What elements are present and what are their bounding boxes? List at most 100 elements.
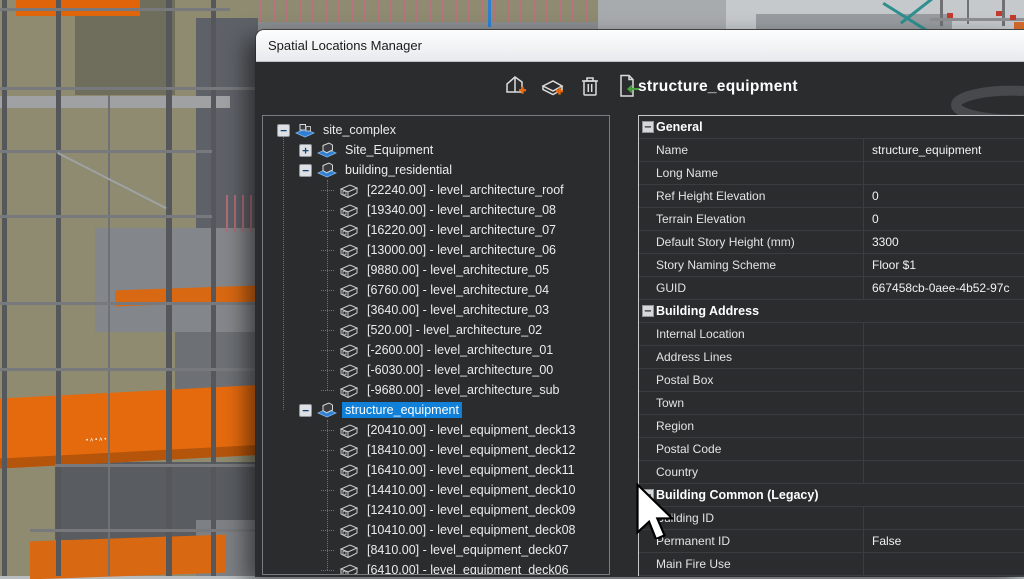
tree-item[interactable]: −structure_equipment bbox=[263, 400, 609, 420]
tree-item[interactable]: [12410.00] - level_equipment_deck09 bbox=[263, 500, 609, 520]
property-label: Long Name bbox=[656, 166, 718, 180]
collapse-icon[interactable]: − bbox=[277, 124, 290, 137]
tree-item-label: [9880.00] - level_architecture_05 bbox=[364, 262, 552, 278]
tree-item[interactable]: [520.00] - level_architecture_02 bbox=[263, 320, 609, 340]
tree-item[interactable]: [3640.00] - level_architecture_03 bbox=[263, 300, 609, 320]
tree-item-label: [14410.00] - level_equipment_deck10 bbox=[364, 482, 578, 498]
rebar bbox=[250, 195, 252, 232]
tree-connector bbox=[321, 290, 334, 291]
tree-item[interactable]: [6760.00] - level_architecture_04 bbox=[263, 280, 609, 300]
property-row: Default Story Height (mm)3300 bbox=[639, 231, 1024, 254]
property-label: Building ID bbox=[656, 511, 714, 525]
level-icon bbox=[339, 243, 359, 258]
scaffold-ledger bbox=[55, 464, 258, 467]
expand-icon[interactable]: + bbox=[299, 144, 312, 157]
tree-connector bbox=[321, 270, 334, 271]
tree-item[interactable]: + Site_Equipment bbox=[263, 140, 609, 160]
property-label: Address Lines bbox=[656, 350, 732, 364]
property-section-header[interactable]: −Building Common (Legacy) bbox=[639, 484, 1024, 507]
tree-connector bbox=[321, 210, 334, 211]
tree-item[interactable]: [8410.00] - level_equipment_deck07 bbox=[263, 540, 609, 560]
level-icon bbox=[339, 563, 359, 576]
rebar bbox=[242, 195, 244, 232]
property-section-header[interactable]: −General bbox=[639, 116, 1024, 139]
tree-connector bbox=[321, 230, 334, 231]
add-building-button[interactable] bbox=[502, 74, 530, 102]
dialog-titlebar[interactable]: Spatial Locations Manager bbox=[256, 30, 1024, 62]
property-row: Story Naming SchemeFloor $1 bbox=[639, 254, 1024, 277]
collapse-icon[interactable]: − bbox=[642, 489, 654, 501]
scaffold-ledger bbox=[0, 368, 258, 371]
tree-item[interactable]: [19340.00] - level_architecture_08 bbox=[263, 200, 609, 220]
property-row: Postal Box bbox=[639, 369, 1024, 392]
tree-item[interactable]: [20410.00] - level_equipment_deck13 bbox=[263, 420, 609, 440]
dialog-body: structure_equipment −site_complex + Site_E… bbox=[256, 62, 1024, 576]
tree-item-label: [6760.00] - level_architecture_04 bbox=[364, 282, 552, 298]
rebar bbox=[234, 195, 236, 232]
property-value[interactable]: 0 bbox=[863, 185, 1024, 207]
building-icon bbox=[317, 142, 337, 158]
property-value[interactable] bbox=[863, 346, 1024, 368]
level-icon bbox=[339, 223, 359, 238]
import-button[interactable] bbox=[613, 74, 641, 102]
collapse-icon[interactable]: − bbox=[642, 305, 654, 317]
property-value[interactable]: Floor $1 bbox=[863, 254, 1024, 276]
concrete-slab bbox=[0, 96, 230, 108]
tree-item-label: [-2600.00] - level_architecture_01 bbox=[364, 342, 556, 358]
property-value[interactable] bbox=[863, 392, 1024, 414]
tree-item[interactable]: [16220.00] - level_architecture_07 bbox=[263, 220, 609, 240]
property-value[interactable] bbox=[863, 415, 1024, 437]
tree-item[interactable]: [6410.00] - level_equipment_deck06 bbox=[263, 560, 609, 575]
property-value[interactable]: 0 bbox=[863, 208, 1024, 230]
property-value[interactable] bbox=[863, 369, 1024, 391]
dialog-title: Spatial Locations Manager bbox=[268, 38, 422, 53]
property-value[interactable] bbox=[863, 553, 1024, 575]
tree-item-label: Site_Equipment bbox=[342, 142, 436, 158]
concrete-slab bbox=[95, 228, 258, 332]
property-row: Country bbox=[639, 461, 1024, 484]
property-value[interactable] bbox=[863, 461, 1024, 483]
property-value[interactable]: structure_equipment bbox=[863, 139, 1024, 161]
section-title: Building Common (Legacy) bbox=[656, 488, 819, 502]
add-story-button[interactable] bbox=[539, 74, 567, 102]
property-row: Terrain Elevation0 bbox=[639, 208, 1024, 231]
trash-icon bbox=[578, 73, 602, 104]
tree-item[interactable]: [-6030.00] - level_architecture_00 bbox=[263, 360, 609, 380]
tree-item[interactable]: [18410.00] - level_equipment_deck12 bbox=[263, 440, 609, 460]
scaffold-ledger bbox=[30, 529, 258, 532]
property-value[interactable]: 667458cb-0aee-4b52-97c bbox=[863, 277, 1024, 299]
level-icon bbox=[339, 343, 359, 358]
collapse-icon[interactable]: − bbox=[299, 164, 312, 177]
scaffold-ledger bbox=[0, 8, 230, 11]
property-value[interactable]: False bbox=[863, 530, 1024, 552]
tree-connector bbox=[321, 510, 334, 511]
level-icon bbox=[339, 203, 359, 218]
tree-item[interactable]: − building_residential bbox=[263, 160, 609, 180]
property-label: GUID bbox=[656, 281, 686, 295]
tree-item[interactable]: [9880.00] - level_architecture_05 bbox=[263, 260, 609, 280]
tree-item[interactable]: [-9680.00] - level_architecture_sub bbox=[263, 380, 609, 400]
tree-item[interactable]: [22240.00] - level_architecture_roof bbox=[263, 180, 609, 200]
survey-line bbox=[488, 0, 491, 27]
location-tree-panel: −site_complex + Site_Equipment − building_re… bbox=[262, 115, 610, 575]
property-value[interactable]: 3300 bbox=[863, 231, 1024, 253]
tree-item[interactable]: [14410.00] - level_equipment_deck10 bbox=[263, 480, 609, 500]
tree-item[interactable]: [-2600.00] - level_architecture_01 bbox=[263, 340, 609, 360]
collapse-icon[interactable]: − bbox=[299, 404, 312, 417]
delete-button[interactable] bbox=[576, 74, 604, 102]
property-value[interactable] bbox=[863, 438, 1024, 460]
property-value[interactable] bbox=[863, 323, 1024, 345]
tree-item[interactable]: [16410.00] - level_equipment_deck11 bbox=[263, 460, 609, 480]
tree-item-label: building_residential bbox=[342, 162, 455, 178]
collapse-icon[interactable]: − bbox=[642, 121, 654, 133]
add-story-icon bbox=[540, 73, 566, 104]
tree-item[interactable]: [13000.00] - level_architecture_06 bbox=[263, 240, 609, 260]
property-value[interactable] bbox=[863, 507, 1024, 529]
property-value[interactable] bbox=[863, 162, 1024, 184]
scaffold-ledger bbox=[0, 215, 212, 218]
tree-item[interactable]: [10410.00] - level_equipment_deck08 bbox=[263, 520, 609, 540]
tree-item[interactable]: −site_complex bbox=[263, 120, 609, 140]
property-row: Region bbox=[639, 415, 1024, 438]
property-section-header[interactable]: −Building Address bbox=[639, 300, 1024, 323]
level-icon bbox=[339, 263, 359, 278]
